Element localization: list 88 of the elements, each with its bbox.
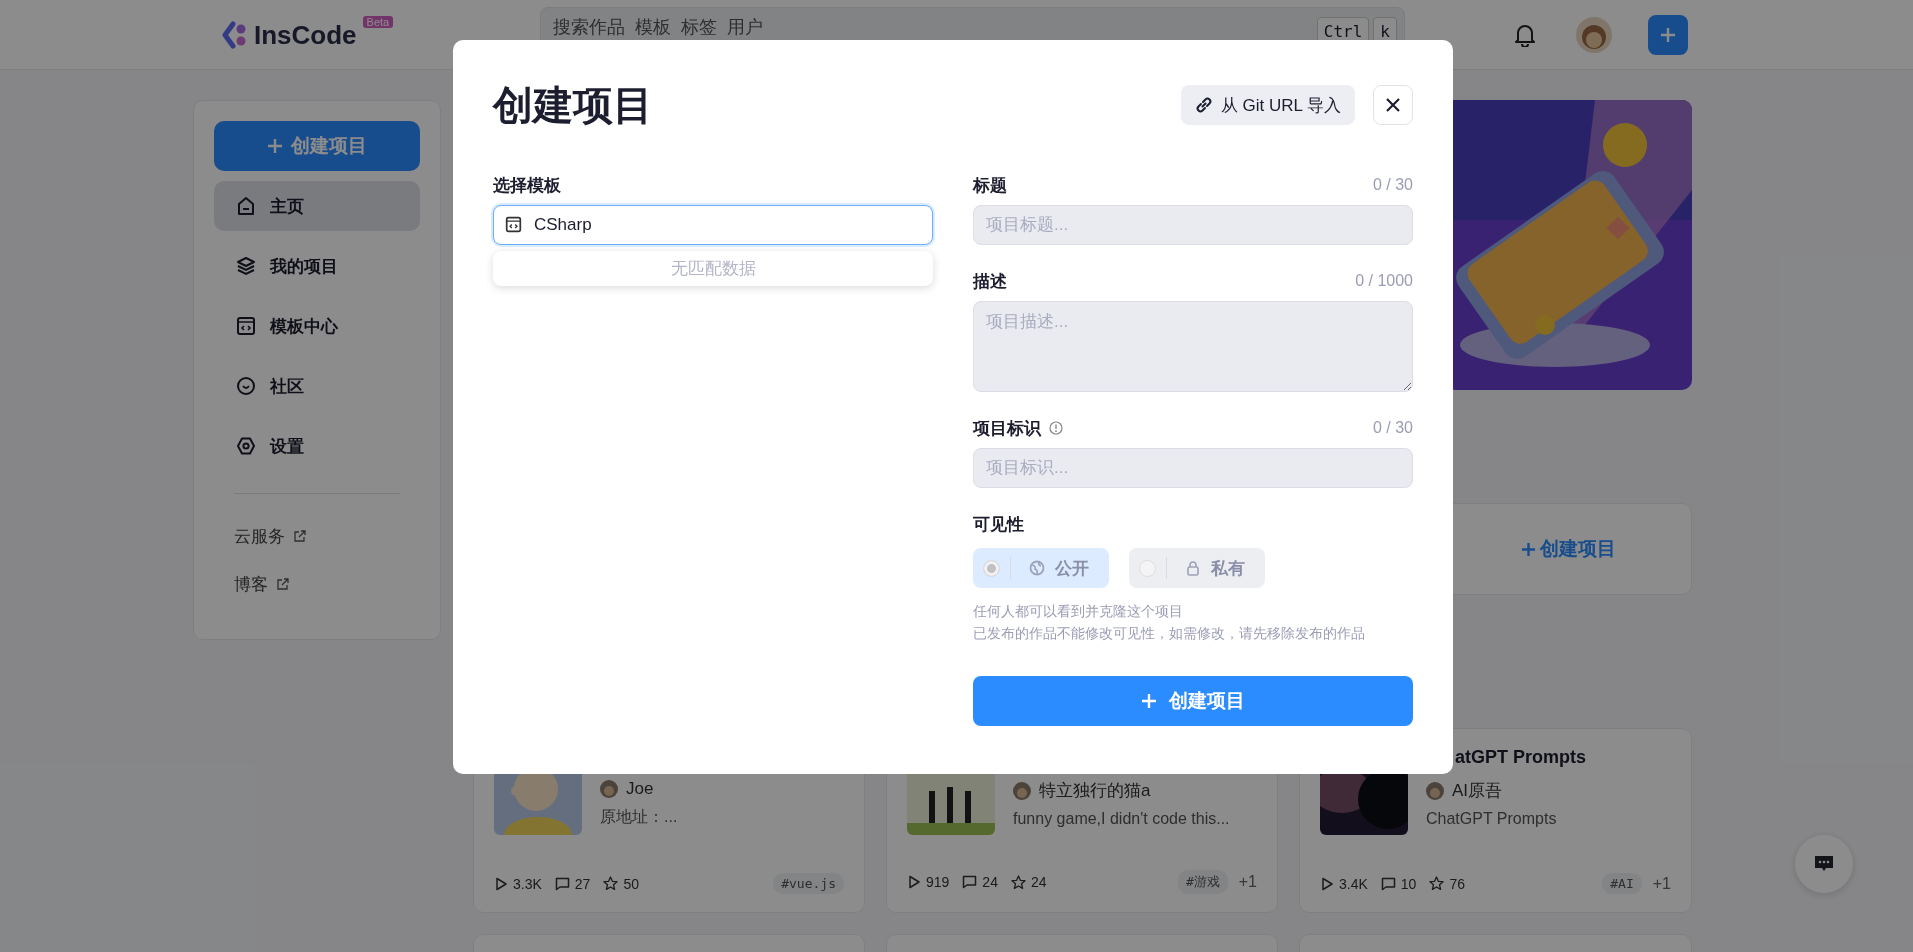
- favorite-count: 24: [1030, 874, 1047, 890]
- dialog-title: 创建项目: [493, 81, 653, 129]
- create-project-button[interactable]: 创建项目: [973, 676, 1413, 726]
- logo-text[interactable]: InsCode: [254, 19, 357, 51]
- comment-count: 27: [574, 875, 591, 892]
- field-label: 描述: [973, 270, 1007, 293]
- play-count: 3.4K: [1339, 875, 1368, 892]
- char-counter: 0 / 1000: [1355, 272, 1413, 290]
- field-label: 选择模板: [493, 174, 561, 197]
- layers-icon: [236, 256, 256, 276]
- external-link[interactable]: 博客: [214, 560, 420, 608]
- plus-icon: [1659, 26, 1677, 44]
- add-button[interactable]: [1648, 15, 1688, 55]
- project-card[interactable]: atGPT Prompts AI原吾 ChatGPT Prompts 3.4K 10 76 #AI +1: [1299, 728, 1692, 913]
- avatar-icon[interactable]: [1576, 17, 1612, 53]
- hint-text: 任何人都可以看到并克隆这个项目: [973, 602, 1184, 621]
- field-label: 可见性: [973, 513, 1024, 536]
- favorite-count: 50: [623, 875, 639, 892]
- code-window-icon: [236, 316, 256, 336]
- code-window-icon: [505, 216, 522, 233]
- card-description: 原地址：...: [600, 807, 678, 827]
- external-link-icon: [293, 529, 306, 543]
- author-name[interactable]: AI原吾: [1452, 779, 1503, 802]
- chat-bubble-icon: [1814, 855, 1834, 873]
- card-description: funny game,I didn't code this...: [1013, 810, 1230, 828]
- template-search-field[interactable]: CSharp: [493, 205, 933, 245]
- close-icon: [1385, 97, 1401, 113]
- author-name[interactable]: 特立独行的猫a: [1039, 779, 1151, 802]
- external-link[interactable]: 云服务: [214, 512, 420, 560]
- tag-chip[interactable]: #游戏: [1177, 870, 1228, 894]
- lock-icon: [1185, 560, 1201, 576]
- card-description: ChatGPT Prompts: [1426, 810, 1558, 828]
- external-link-icon: [276, 577, 289, 591]
- globe-icon: [1029, 560, 1045, 576]
- star-icon: [603, 876, 619, 891]
- play-icon: [1320, 876, 1334, 891]
- nav-item[interactable]: 社区: [214, 361, 420, 411]
- star-icon: [1429, 876, 1445, 891]
- radio-icon: [983, 559, 1000, 577]
- visibility-option[interactable]: 私有: [1129, 548, 1265, 588]
- field-label: 项目标识: [973, 417, 1041, 440]
- description-field[interactable]: 项目描述...: [973, 301, 1413, 392]
- char-counter: 0 / 30: [1372, 176, 1413, 194]
- home-icon: [236, 196, 256, 216]
- notification-bell-icon[interactable]: [1514, 23, 1536, 47]
- smile-icon: [236, 376, 256, 396]
- comment-icon: [1380, 876, 1396, 891]
- import-git-button[interactable]: 从 Git URL 导入: [1180, 85, 1355, 125]
- author-name[interactable]: Joe: [626, 779, 654, 799]
- more-tags-count: +1: [1652, 874, 1671, 893]
- more-tags-count: +1: [1238, 873, 1257, 891]
- text-field[interactable]: 项目标识...: [973, 448, 1413, 488]
- comment-count: 10: [1400, 875, 1417, 892]
- avatar-icon: [1426, 781, 1444, 800]
- field-label: 标题: [973, 174, 1007, 197]
- comment-icon: [962, 875, 978, 889]
- card-title[interactable]: atGPT Prompts: [1455, 747, 1587, 771]
- tag-chip[interactable]: #vue.js: [773, 873, 844, 894]
- text-field[interactable]: 项目标题...: [973, 205, 1413, 245]
- hint-text: 已发布的作品不能修改可见性，如需修改，请先移除发布的作品: [973, 624, 1366, 643]
- visibility-option[interactable]: 公开: [973, 548, 1109, 588]
- avatar-icon: [1013, 781, 1031, 800]
- char-counter: 0 / 30: [1372, 419, 1413, 437]
- nav-item[interactable]: 主页: [214, 181, 420, 231]
- play-icon: [494, 876, 508, 891]
- plus-icon: [1141, 693, 1157, 709]
- plus-icon: [267, 138, 283, 154]
- avatar-icon: [600, 780, 618, 798]
- plus-icon: [1521, 541, 1536, 557]
- favorite-count: 76: [1449, 875, 1465, 892]
- settings-icon: [236, 436, 256, 456]
- nav-item[interactable]: 模板中心: [214, 301, 420, 351]
- link-icon: [1194, 96, 1213, 114]
- play-icon: [907, 875, 921, 889]
- radio-icon: [1139, 559, 1156, 577]
- close-button[interactable]: [1373, 85, 1413, 125]
- comment-icon: [554, 876, 570, 891]
- logo-icon: [222, 21, 248, 49]
- star-icon: [1010, 874, 1026, 890]
- empty-message: 无匹配数据: [670, 258, 756, 280]
- nav-item[interactable]: 我的项目: [214, 241, 420, 291]
- play-count: 919: [926, 874, 950, 890]
- tag-chip[interactable]: #AI: [1602, 873, 1642, 894]
- info-icon[interactable]: [1049, 421, 1063, 435]
- play-count: 3.3K: [513, 875, 542, 892]
- comment-count: 24: [982, 874, 998, 890]
- nav-item[interactable]: 设置: [214, 421, 420, 471]
- chat-button[interactable]: [1795, 835, 1853, 893]
